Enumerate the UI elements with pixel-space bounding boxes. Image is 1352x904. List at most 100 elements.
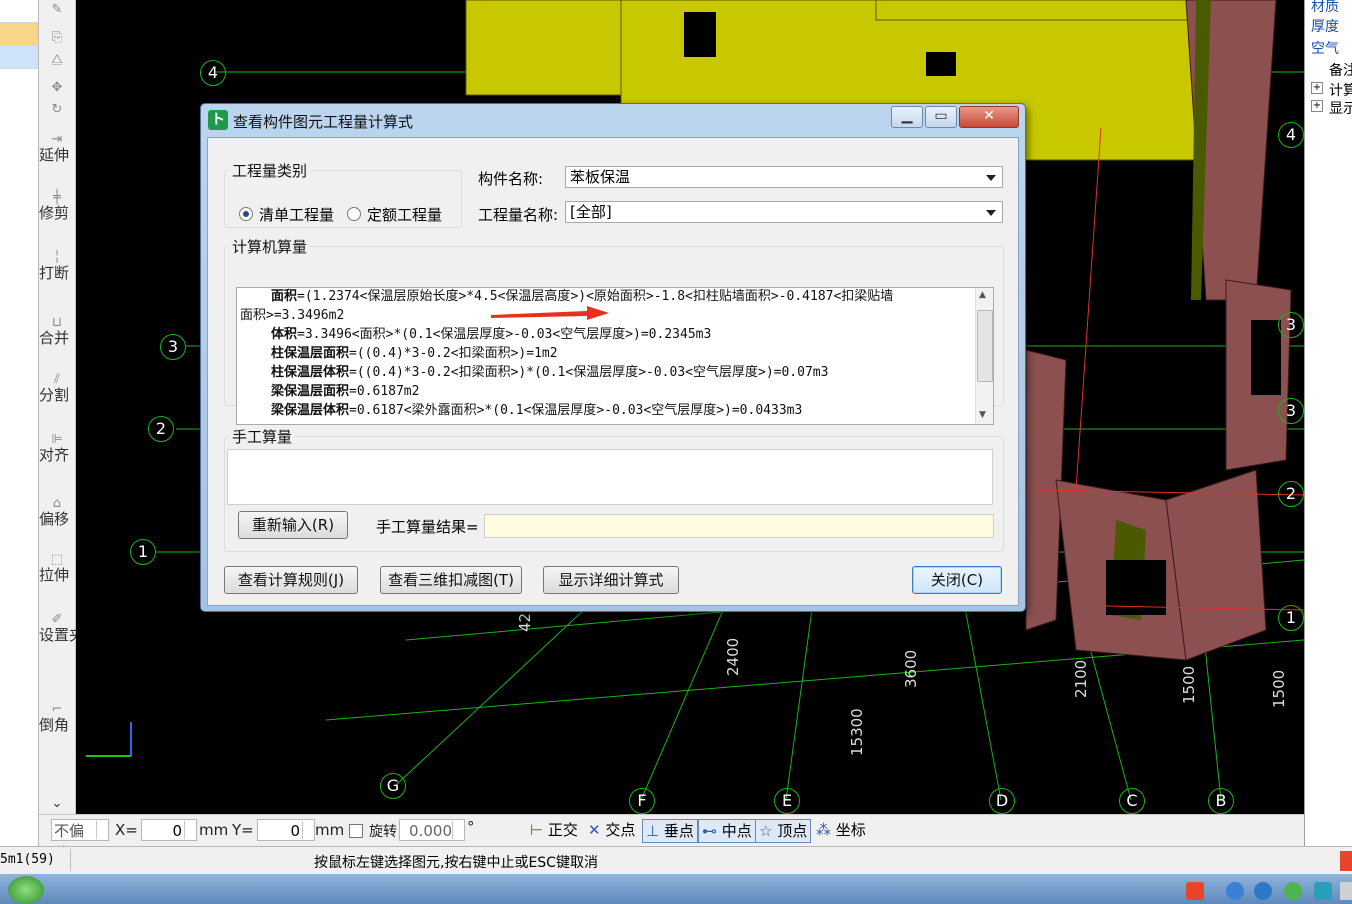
midpoint-icon: ⊷ [702, 822, 717, 840]
quantity-type-group: 工程量类别 清单工程量 定额工程量 [224, 160, 462, 228]
coordinate-bar: 不偏移 X= 0 mm Y= 0 mm 旋转 0.000 ° ⊢ 正交 ✕ 交点… [39, 814, 1304, 862]
tray-app-icon[interactable] [1254, 882, 1272, 900]
scroll-down-icon[interactable]: ▼ [979, 410, 986, 420]
strip-row[interactable] [0, 0, 38, 23]
snap-vertex[interactable]: ☆ 顶点 [755, 819, 812, 843]
grid-axis-label: 2 [148, 416, 174, 442]
formula-line: 体积=3.3496<面积>*(0.1<保温层厚度>-0.03<空气层厚度>)=0… [271, 327, 712, 342]
dimension-label: 1500 [1180, 665, 1198, 704]
snap-intersection[interactable]: ✕ 交点 [585, 819, 638, 841]
tool-stretch[interactable]: ⬚ 拉伸 [39, 552, 75, 583]
quantity-name-select[interactable]: [全部] [565, 201, 1003, 223]
status-divider [70, 849, 71, 871]
tool-split[interactable]: ⫽ 分割 [39, 372, 75, 403]
strip-row-selected[interactable] [0, 23, 38, 46]
grid-axis-label: D [989, 788, 1015, 814]
property-panel: 材质 厚度 空气 备注 计算 显示 + + [1304, 0, 1352, 846]
close-icon[interactable]: ✕ [959, 106, 1019, 128]
manual-result-field[interactable] [484, 514, 994, 538]
radio-bill-quantity[interactable]: 清单工程量 [239, 204, 334, 225]
tool-trim[interactable]: ╪ 修剪 [39, 190, 75, 221]
group-label: 手工算量 [232, 428, 293, 446]
grid-axis-label: B [1208, 788, 1234, 814]
left-property-strip [0, 0, 39, 846]
copy-icon[interactable]: ⎘ [39, 30, 75, 46]
minimize-icon[interactable]: ▁ [891, 106, 923, 128]
grid-axis-label: 3 [1278, 312, 1304, 338]
snap-perpendicular[interactable]: ⊥ 垂点 [642, 819, 698, 843]
manual-formula-input[interactable] [227, 449, 993, 505]
formula-line: 柱保温层体积=((0.4)*3-0.2<扣梁面积>)*(0.1<保温层厚度>-0… [271, 365, 829, 380]
x-unit: mm [199, 821, 229, 839]
rotate-checkbox[interactable] [349, 824, 363, 838]
mirror-icon[interactable]: ⧋ [39, 52, 75, 68]
quantity-name-label: 工程量名称: [478, 206, 559, 224]
move-icon[interactable]: ✥ [39, 80, 75, 96]
scroll-up-icon[interactable]: ▲ [979, 290, 986, 300]
y-unit: mm [315, 821, 345, 839]
tool-break[interactable]: ╎ 打断 [39, 250, 75, 281]
tray-app-icon[interactable] [1226, 882, 1244, 900]
view-rules-button[interactable]: 查看计算规则(J) [224, 566, 358, 594]
close-button[interactable]: 关闭(C) [912, 566, 1002, 594]
formula-line: 梁保温层面积=0.6187m2 [271, 384, 420, 399]
quantity-formula-dialog: ト 查看构件图元工程量计算式 ▁ ▭ ✕ 工程量类别 清单工程量 定额工程量 构… [200, 103, 1026, 612]
status-bar: 5m1(59) 按鼠标左键选择图元,按右键中止或ESC键取消 [0, 846, 1352, 875]
property-item[interactable]: 计算 [1329, 80, 1352, 100]
strip-row-highlight[interactable] [0, 46, 38, 69]
tool-offset[interactable]: ⌂ 偏移 [39, 496, 75, 527]
manual-result-label: 手工算量结果= [376, 518, 479, 536]
maximize-icon[interactable]: ▭ [925, 106, 957, 128]
toolbar-more-icon[interactable]: ⌄ [39, 796, 75, 811]
start-button-icon[interactable] [8, 876, 44, 904]
vertical-scrollbar[interactable]: ▲ ▼ [975, 288, 993, 424]
property-item[interactable]: 厚度 [1311, 16, 1352, 36]
rotate-icon[interactable]: ↻ [39, 102, 75, 118]
dimension-label: 2100 [1072, 659, 1090, 698]
property-item[interactable]: 空气 [1311, 38, 1352, 58]
scroll-thumb[interactable] [977, 310, 993, 382]
component-name-select[interactable]: 苯板保温 [565, 166, 1003, 188]
dimension-label: 2400 [724, 637, 742, 676]
tray-app-icon[interactable] [1314, 882, 1332, 900]
grid-axis-label: 3 [160, 334, 186, 360]
expand-icon[interactable]: + [1311, 82, 1323, 94]
perpendicular-icon: ⊥ [646, 822, 660, 840]
tool-chamfer[interactable]: ⌐ 倒角 [39, 702, 75, 733]
snap-coordinate[interactable]: ⁂ 坐标 [813, 819, 869, 841]
pen-icon[interactable]: ✎ [39, 2, 75, 18]
dialog-title: 查看构件图元工程量计算式 [233, 113, 414, 131]
taskbar [0, 874, 1352, 904]
tray-app-icon[interactable] [1340, 882, 1352, 900]
app-icon[interactable] [1340, 851, 1352, 871]
tray-app-icon[interactable] [1186, 882, 1204, 900]
tool-merge[interactable]: ⊔ 合并 [39, 315, 75, 346]
app-logo-icon: ト [208, 110, 228, 130]
x-input[interactable]: 0 [141, 819, 197, 841]
intersection-icon: ✕ [588, 821, 601, 839]
dimension-label: 15300 [848, 708, 866, 756]
coordinate-icon: ⁂ [816, 821, 831, 839]
snap-orthogonal[interactable]: ⊢ 正交 [527, 819, 581, 841]
chevron-down-icon [986, 175, 996, 181]
tool-grip[interactable]: ✐ 设置夹点 [39, 612, 99, 643]
grid-axis-label: F [629, 788, 655, 814]
radio-quota-quantity[interactable]: 定额工程量 [347, 204, 442, 225]
formula-text-area[interactable]: 面积=(1.2374<保温层原始长度>*4.5<保温层高度>)<原始面积>-1.… [236, 287, 994, 425]
snap-midpoint[interactable]: ⊷ 中点 [698, 819, 756, 843]
show-detail-formula-button[interactable]: 显示详细计算式 [543, 566, 679, 594]
offset-mode-select[interactable]: 不偏移 [51, 819, 109, 862]
tool-align[interactable]: ⊫ 对齐 [39, 432, 75, 463]
grid-axis-label: 4 [1278, 122, 1304, 148]
property-item[interactable]: 备注 [1329, 60, 1352, 80]
reenter-button[interactable]: 重新输入(R) [238, 511, 348, 539]
dialog-body: 工程量类别 清单工程量 定额工程量 构件名称: 苯板保温 工程量名称: [全部]… [207, 137, 1019, 606]
tool-extend[interactable]: ⇥ 延伸 [39, 132, 75, 163]
y-input[interactable]: 0 [257, 819, 315, 841]
property-item[interactable]: 材质 [1311, 0, 1352, 16]
expand-icon[interactable]: + [1311, 100, 1323, 112]
view-3d-deduction-button[interactable]: 查看三维扣减图(T) [380, 566, 522, 594]
rotate-input[interactable]: 0.000 [399, 819, 465, 841]
property-item[interactable]: 显示 [1329, 98, 1352, 118]
tray-app-icon[interactable] [1284, 882, 1302, 900]
